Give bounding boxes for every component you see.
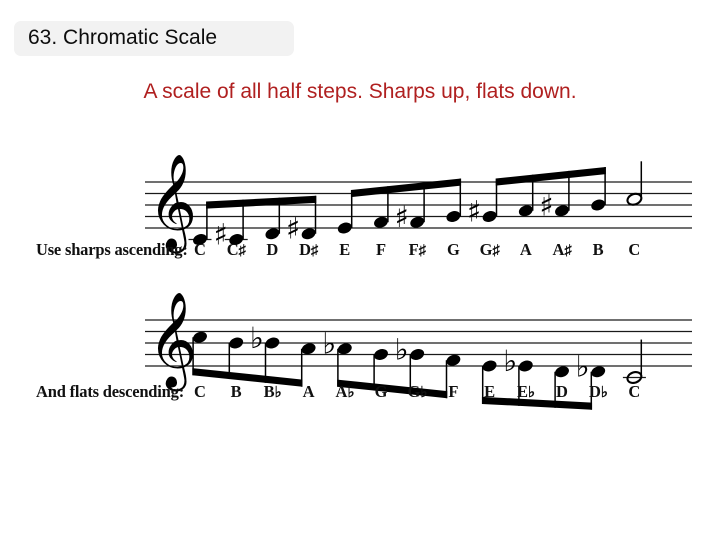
- notehead: [626, 192, 643, 206]
- sharp-icon: ♯: [539, 189, 553, 223]
- svg-text:𝄞: 𝄞: [148, 153, 197, 254]
- flat-icon: ♭: [322, 327, 336, 361]
- treble-clef: 𝄞: [148, 291, 197, 392]
- flat-icon: ♭: [347, 385, 355, 401]
- sharp-icon: ♯: [492, 243, 501, 259]
- flat-icon: ♭: [250, 321, 264, 355]
- note-label: A♭: [335, 382, 355, 401]
- notehead: [337, 222, 352, 234]
- notehead: [555, 366, 569, 378]
- note-label-row-descending: And flats descending: C B B♭ A A♭ G G♭ F E E♭ D D♭ C: [0, 382, 720, 404]
- notehead: [265, 228, 280, 240]
- sharp-icon: ♯: [418, 243, 427, 259]
- note-label-row-ascending: Use sharps ascending: C C♯ D D♯ E F F♯ G G♯ A A♯ B C: [0, 240, 720, 262]
- notehead: [518, 205, 533, 217]
- sharp-icon: ♯: [467, 194, 481, 228]
- beam: [350, 178, 462, 198]
- note-label: D: [266, 240, 279, 259]
- sharp-icon: ♯: [395, 200, 409, 234]
- caption-ascending: Use sharps ascending:: [36, 240, 188, 259]
- flat-icon: ♭: [600, 385, 608, 401]
- notehead: [555, 205, 569, 217]
- note-label: C: [194, 382, 206, 401]
- note-label: F♯: [408, 240, 427, 259]
- notehead: [374, 216, 388, 228]
- note-label: G♭: [407, 382, 427, 401]
- notehead: [518, 360, 533, 372]
- notehead: [374, 349, 388, 360]
- note-label: A: [519, 240, 532, 259]
- note-label: D♭: [588, 382, 608, 401]
- sharp-icon: ♯: [238, 243, 247, 259]
- note-label: B♭: [263, 382, 282, 401]
- note-label: E: [339, 240, 351, 259]
- notehead: [446, 211, 461, 222]
- notehead: [410, 349, 425, 360]
- note-label: B: [230, 382, 242, 401]
- note-label: A: [302, 382, 315, 401]
- sharp-icon: ♯: [564, 243, 572, 259]
- note-label: F: [448, 382, 459, 401]
- notehead: [446, 354, 461, 366]
- flat-icon: ♭: [274, 385, 282, 401]
- note-label: B: [592, 240, 604, 259]
- note-label: G♯: [479, 240, 501, 259]
- note-label: D: [556, 382, 568, 401]
- treble-clef: 𝄞: [148, 153, 197, 254]
- note-label: E♭: [517, 382, 535, 401]
- note-label: A♯: [552, 240, 572, 259]
- notehead: [337, 343, 352, 355]
- note-label: D♯: [299, 240, 319, 259]
- note-label: E: [484, 382, 496, 401]
- notehead: [591, 199, 606, 211]
- svg-text:𝄞: 𝄞: [148, 291, 197, 392]
- notehead: [265, 337, 280, 349]
- beam: [495, 167, 606, 186]
- note-label: C: [194, 240, 206, 259]
- note-label: C: [628, 240, 641, 259]
- note-label: G: [446, 240, 460, 259]
- note-label: C: [628, 382, 641, 401]
- flat-icon: ♭: [395, 332, 409, 366]
- notehead: [229, 337, 244, 349]
- flat-icon: ♭: [576, 350, 590, 384]
- caption-descending: And flats descending:: [36, 382, 184, 401]
- note-group: ♯ ♯ ♯ ♯ ♯: [188, 161, 643, 251]
- notehead: [410, 216, 425, 228]
- note-label: F: [375, 240, 387, 259]
- beam: [206, 195, 317, 209]
- flat-icon: ♭: [503, 344, 517, 378]
- notehead: [482, 360, 497, 372]
- flat-icon: ♭: [420, 385, 427, 401]
- sharp-icon: ♯: [311, 243, 319, 259]
- note-label: G: [374, 382, 388, 401]
- music-score: 𝄞 ♯ ♯ ♯ ♯ ♯ Use sharps ascending: C C♯ D D♯ E F F♯ G…: [0, 0, 720, 540]
- flat-icon: ♭: [528, 385, 535, 401]
- notehead: [482, 211, 497, 222]
- notehead: [301, 343, 316, 355]
- notehead: [301, 228, 316, 240]
- note-label: C♯: [226, 240, 247, 259]
- notehead: [591, 366, 606, 378]
